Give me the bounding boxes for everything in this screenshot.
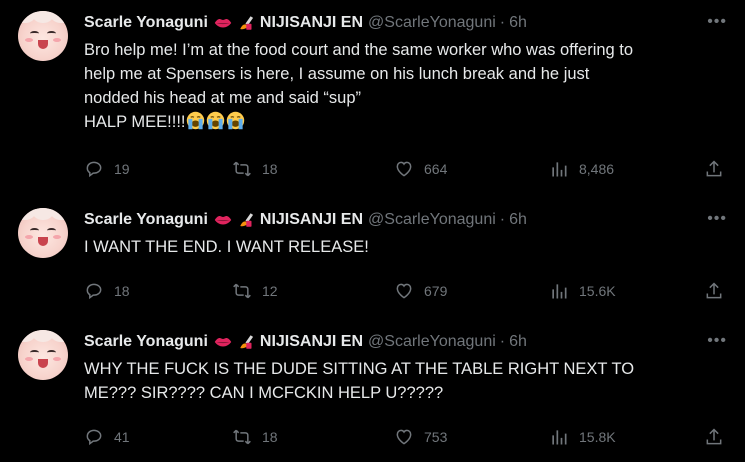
author-handle[interactable]: @ScarleYonaguni	[368, 333, 496, 351]
retweet-button[interactable]: 12	[232, 281, 278, 301]
like-count: 753	[424, 429, 448, 445]
views-icon	[549, 427, 569, 447]
author-affiliation[interactable]: NIJISANJI EN	[260, 211, 363, 229]
reply-icon	[84, 159, 104, 179]
tweet-line: Bro help me! I’m at the food court and t…	[84, 41, 634, 59]
author-handle[interactable]: @ScarleYonaguni	[368, 211, 496, 229]
views-icon	[549, 281, 569, 301]
avatar[interactable]	[18, 11, 68, 61]
lips-emoji	[212, 211, 234, 229]
separator-dot: ·	[499, 211, 506, 228]
author-name[interactable]: Scarle Yonaguni	[84, 333, 208, 351]
tweet-line: ME??? SIR???? CAN I MCFCKIN HELP U?????	[84, 384, 444, 402]
lips-emoji	[212, 14, 234, 32]
like-count: 664	[424, 161, 448, 177]
share-icon	[704, 159, 724, 179]
share-button[interactable]	[704, 281, 734, 301]
views-button[interactable]: 15.8K	[549, 427, 616, 447]
author-name[interactable]: Scarle Yonaguni	[84, 211, 208, 229]
like-icon	[394, 281, 414, 301]
like-button[interactable]: 664	[394, 159, 447, 179]
avatar[interactable]	[18, 330, 68, 380]
tweet-line: nodded his head at me and said “sup”	[84, 89, 362, 107]
tweet-header: Scarle Yonaguni NIJISANJI EN @ScarleYona…	[84, 13, 527, 33]
share-button[interactable]	[704, 159, 734, 179]
more-options-icon[interactable]: •••	[707, 13, 727, 31]
tweet-actions: 41 18 753 15.8K	[84, 427, 734, 447]
tweet-line: help me at Spensers is here, I assume on…	[84, 65, 590, 83]
nail-polish-emoji	[238, 333, 256, 351]
tweet-text: Bro help me! I’m at the food court and t…	[84, 38, 714, 134]
lips-emoji	[212, 333, 234, 351]
more-options-icon[interactable]: •••	[707, 210, 727, 228]
tweet-actions: 18 12 679 15.6K	[84, 281, 734, 301]
like-icon	[394, 427, 414, 447]
retweet-button[interactable]: 18	[232, 427, 278, 447]
reply-count: 18	[114, 283, 130, 299]
views-button[interactable]: 8,486	[549, 159, 614, 179]
like-icon	[394, 159, 414, 179]
separator-dot: ·	[499, 333, 506, 350]
tweet-time[interactable]: 6h	[509, 211, 527, 229]
tweet-line: WHY THE FUCK IS THE DUDE SITTING AT THE …	[84, 360, 635, 378]
tweet-header: Scarle Yonaguni NIJISANJI EN @ScarleYona…	[84, 210, 527, 230]
reply-count: 41	[114, 429, 130, 445]
view-count: 15.8K	[579, 429, 616, 445]
retweet-icon	[232, 159, 252, 179]
reply-icon	[84, 281, 104, 301]
tweet-header: Scarle Yonaguni NIJISANJI EN @ScarleYona…	[84, 332, 527, 352]
retweet-button[interactable]: 18	[232, 159, 278, 179]
crying-face-emoji	[206, 111, 225, 130]
share-icon	[704, 281, 724, 301]
like-count: 679	[424, 283, 448, 299]
tweet-line: HALP MEE!!!!	[84, 113, 186, 131]
views-icon	[549, 159, 569, 179]
view-count: 15.6K	[579, 283, 616, 299]
retweet-count: 18	[262, 429, 278, 445]
tweet-time[interactable]: 6h	[509, 14, 527, 32]
reply-button[interactable]: 18	[84, 281, 130, 301]
reply-button[interactable]: 41	[84, 427, 130, 447]
views-button[interactable]: 15.6K	[549, 281, 616, 301]
retweet-icon	[232, 427, 252, 447]
crying-face-emoji	[186, 111, 205, 130]
reply-count: 19	[114, 161, 130, 177]
retweet-count: 12	[262, 283, 278, 299]
tweet-line: I WANT THE END. I WANT RELEASE!	[84, 238, 369, 256]
author-name[interactable]: Scarle Yonaguni	[84, 14, 208, 32]
tweet-time[interactable]: 6h	[509, 333, 527, 351]
view-count: 8,486	[579, 161, 615, 177]
tweet-actions: 19 18 664 8,486	[84, 159, 734, 179]
more-options-icon[interactable]: •••	[707, 332, 727, 350]
reply-icon	[84, 427, 104, 447]
reply-button[interactable]: 19	[84, 159, 130, 179]
tweet-text: WHY THE FUCK IS THE DUDE SITTING AT THE …	[84, 357, 714, 405]
like-button[interactable]: 753	[394, 427, 447, 447]
author-handle[interactable]: @ScarleYonaguni	[368, 14, 496, 32]
share-icon	[704, 427, 724, 447]
author-affiliation[interactable]: NIJISANJI EN	[260, 333, 363, 351]
separator-dot: ·	[499, 14, 506, 31]
nail-polish-emoji	[238, 14, 256, 32]
retweet-count: 18	[262, 161, 278, 177]
tweet-text: I WANT THE END. I WANT RELEASE!	[84, 235, 714, 259]
crying-face-emoji	[226, 111, 245, 130]
like-button[interactable]: 679	[394, 281, 447, 301]
avatar[interactable]	[18, 208, 68, 258]
nail-polish-emoji	[238, 211, 256, 229]
share-button[interactable]	[704, 427, 734, 447]
retweet-icon	[232, 281, 252, 301]
author-affiliation[interactable]: NIJISANJI EN	[260, 14, 363, 32]
